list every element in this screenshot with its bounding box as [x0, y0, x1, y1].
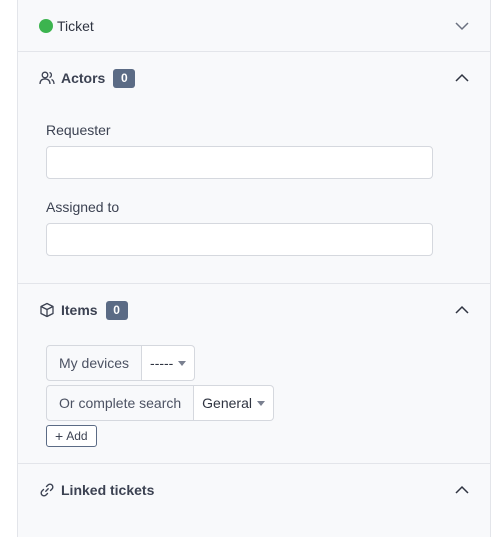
items-count-badge: 0 [105, 300, 128, 320]
chevron-up-icon[interactable] [454, 482, 470, 498]
item-type-selected: General [202, 395, 252, 411]
status-dot-icon [39, 19, 53, 33]
actors-section-header[interactable]: Actors 0 [18, 52, 490, 104]
add-item-label: Add [66, 429, 88, 443]
my-devices-selected: ----- [150, 355, 174, 371]
add-item-button[interactable]: + Add [46, 425, 97, 447]
ticket-section-title: Ticket [57, 18, 94, 34]
my-devices-select[interactable]: ----- [142, 345, 196, 381]
complete-search-group: Or complete search General [46, 385, 490, 421]
items-section-title: Items [61, 302, 98, 318]
users-icon [39, 71, 55, 85]
requester-field[interactable] [46, 146, 433, 179]
linked-tickets-section-title: Linked tickets [61, 482, 155, 498]
item-type-select[interactable]: General [194, 385, 274, 421]
items-section-header[interactable]: Items 0 [18, 284, 490, 336]
caret-down-icon [256, 400, 265, 406]
actors-section: Actors 0 Requester Assigned to [18, 52, 490, 284]
ticket-section-header[interactable]: Ticket [18, 0, 490, 52]
my-devices-group: My devices ----- [46, 345, 490, 381]
chevron-down-icon[interactable] [454, 18, 470, 34]
actors-section-title: Actors [61, 70, 106, 86]
ticket-section: Ticket [18, 0, 490, 52]
requester-label: Requester [46, 122, 111, 138]
chevron-up-icon[interactable] [454, 70, 470, 86]
assigned-to-field[interactable] [46, 223, 433, 256]
my-devices-label: My devices [46, 345, 143, 381]
complete-search-label: Or complete search [46, 385, 195, 421]
chevron-up-icon[interactable] [454, 302, 470, 318]
caret-down-icon [178, 360, 187, 366]
link-icon [40, 483, 54, 497]
sidebar-panel: Ticket Actors 0 Requester Assigned to It… [17, 0, 491, 537]
assigned-to-label: Assigned to [46, 199, 120, 215]
actors-count-badge: 0 [113, 68, 136, 88]
linked-tickets-section-header[interactable]: Linked tickets [18, 464, 490, 516]
cube-icon [40, 302, 54, 318]
linked-tickets-section: Linked tickets [18, 464, 490, 516]
plus-icon: + [55, 428, 64, 444]
items-section: Items 0 My devices ----- Or complete sea… [18, 284, 490, 464]
